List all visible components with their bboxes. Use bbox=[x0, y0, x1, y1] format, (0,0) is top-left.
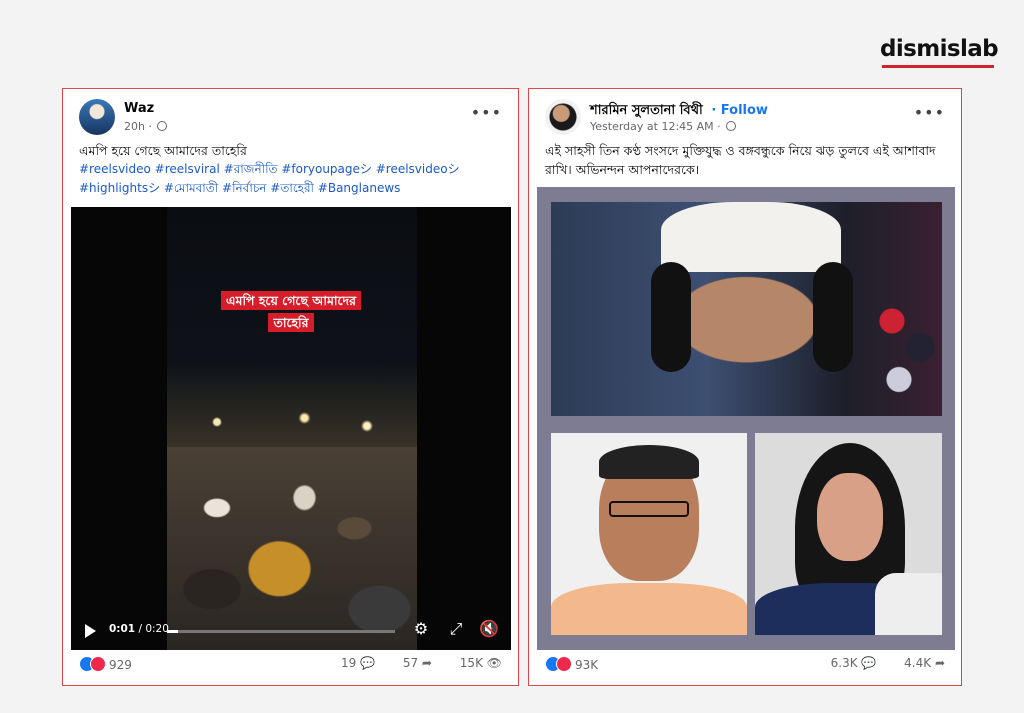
share-count[interactable]: 4.4K ➦ bbox=[892, 656, 945, 670]
reaction-count: 93K bbox=[575, 658, 599, 672]
author-name[interactable]: শারমিন সুলতানা বিথী · Follow bbox=[590, 101, 768, 122]
brand-logo: dismislab bbox=[880, 36, 999, 62]
comment-count[interactable]: 19 💬 bbox=[329, 656, 375, 670]
glasses bbox=[609, 501, 689, 517]
post-header: শারমিন সুলতানা বিথী · Follow Yesterday a… bbox=[545, 99, 945, 139]
overlay-line-1: এমপি হয়ে গেছে আমাদের bbox=[221, 291, 361, 310]
comment-count-text: 6.3K bbox=[830, 656, 858, 670]
comment-count-text: 19 bbox=[340, 656, 357, 670]
share-count[interactable]: 57 ➦ bbox=[391, 656, 432, 670]
shirt bbox=[551, 583, 747, 635]
engagement-stats: 19 💬 57 ➦ 15K 👁 bbox=[317, 656, 502, 670]
follow-button[interactable]: · Follow bbox=[711, 103, 768, 118]
post-caption: এই সাহসী তিন কণ্ঠ সংসদে মুক্তিযুদ্ধ ও বঙ… bbox=[545, 141, 945, 179]
avatar[interactable] bbox=[79, 99, 115, 135]
video-progress-fill bbox=[167, 630, 179, 633]
video-frame bbox=[167, 207, 417, 650]
love-icon bbox=[556, 656, 572, 672]
reaction-summary[interactable]: 93K bbox=[545, 656, 598, 672]
post-footer: 929 19 💬 57 ➦ 15K 👁 bbox=[79, 655, 502, 675]
photo-man-in-cap[interactable] bbox=[551, 202, 942, 416]
comment-count[interactable]: 6.3K 💬 bbox=[819, 656, 877, 670]
share-count-text: 57 bbox=[402, 656, 419, 670]
post-card-waz: Waz 20h · ••• এমপি হয়ে গেছে আমাদের তাহে… bbox=[62, 88, 519, 686]
total-time: / 0:20 bbox=[138, 623, 169, 635]
share-count-text: 4.4K bbox=[904, 656, 932, 670]
street-lights bbox=[167, 402, 417, 442]
post-timestamp[interactable]: Yesterday at 12:45 AM · bbox=[590, 120, 737, 133]
video-controls: 0:01 / 0:20 ⚙ ⤢ 🔇 bbox=[71, 610, 511, 650]
hashtags[interactable]: #reelsvideo #reelsviral #রাজনীতি #foryou… bbox=[79, 160, 502, 198]
globe-icon bbox=[726, 121, 737, 131]
overlay-line-2: তাহেরি bbox=[268, 313, 314, 332]
avatar[interactable] bbox=[545, 99, 581, 135]
more-options-icon[interactable]: ••• bbox=[914, 103, 945, 122]
face bbox=[817, 473, 883, 561]
video-overlay-caption: এমপি হয়ে গেছে আমাদের তাহেরি bbox=[205, 290, 377, 334]
author-name[interactable]: Waz bbox=[124, 101, 154, 116]
engagement-stats: 6.3K 💬 4.4K ➦ bbox=[807, 656, 945, 670]
reaction-count: 929 bbox=[109, 658, 132, 672]
hair-left bbox=[651, 262, 691, 372]
caption-text: এমপি হয়ে গেছে আমাদের তাহেরি bbox=[79, 143, 247, 158]
settings-icon[interactable]: ⚙ bbox=[412, 620, 430, 638]
brand-underline bbox=[882, 65, 994, 68]
video-progress-bar[interactable] bbox=[167, 630, 395, 633]
post-header: Waz 20h · ••• bbox=[79, 99, 502, 139]
photo-woman[interactable] bbox=[755, 433, 942, 635]
hair-right bbox=[813, 262, 853, 372]
post-timestamp[interactable]: 20h · bbox=[124, 120, 168, 133]
image-collage[interactable] bbox=[537, 187, 955, 650]
hair bbox=[599, 445, 699, 479]
photo-older-man[interactable] bbox=[551, 433, 747, 635]
globe-icon bbox=[157, 121, 168, 131]
more-options-icon[interactable]: ••• bbox=[471, 103, 502, 122]
fullscreen-icon[interactable]: ⤢ bbox=[447, 620, 465, 638]
caption-text: এই সাহসী তিন কণ্ঠ সংসদে মুক্তিযুদ্ধ ও বঙ… bbox=[545, 143, 936, 177]
microphones bbox=[871, 282, 941, 412]
post-card-sharmin: শারমিন সুলতানা বিথী · Follow Yesterday a… bbox=[528, 88, 962, 686]
play-icon[interactable] bbox=[85, 624, 96, 638]
author-name-text: শারমিন সুলতানা বিথী bbox=[590, 103, 703, 118]
current-time: 0:01 bbox=[109, 623, 136, 635]
video-player[interactable]: এমপি হয়ে গেছে আমাদের তাহেরি 0:01 / 0:20… bbox=[71, 207, 511, 650]
timestamp-text: Yesterday at 12:45 AM · bbox=[590, 120, 721, 133]
mute-icon[interactable]: 🔇 bbox=[479, 620, 499, 638]
white-cap bbox=[661, 202, 841, 272]
video-time: 0:01 / 0:20 bbox=[109, 623, 169, 635]
post-caption: এমপি হয়ে গেছে আমাদের তাহেরি #reelsvideo… bbox=[79, 141, 502, 198]
timestamp-text: 20h · bbox=[124, 120, 152, 133]
post-footer: 93K 6.3K 💬 4.4K ➦ bbox=[545, 655, 945, 675]
scarf bbox=[875, 573, 942, 635]
love-icon bbox=[90, 656, 106, 672]
view-count: 15K 👁 bbox=[459, 656, 502, 670]
reaction-summary[interactable]: 929 bbox=[79, 656, 132, 672]
view-count-text: 15K bbox=[459, 656, 483, 670]
